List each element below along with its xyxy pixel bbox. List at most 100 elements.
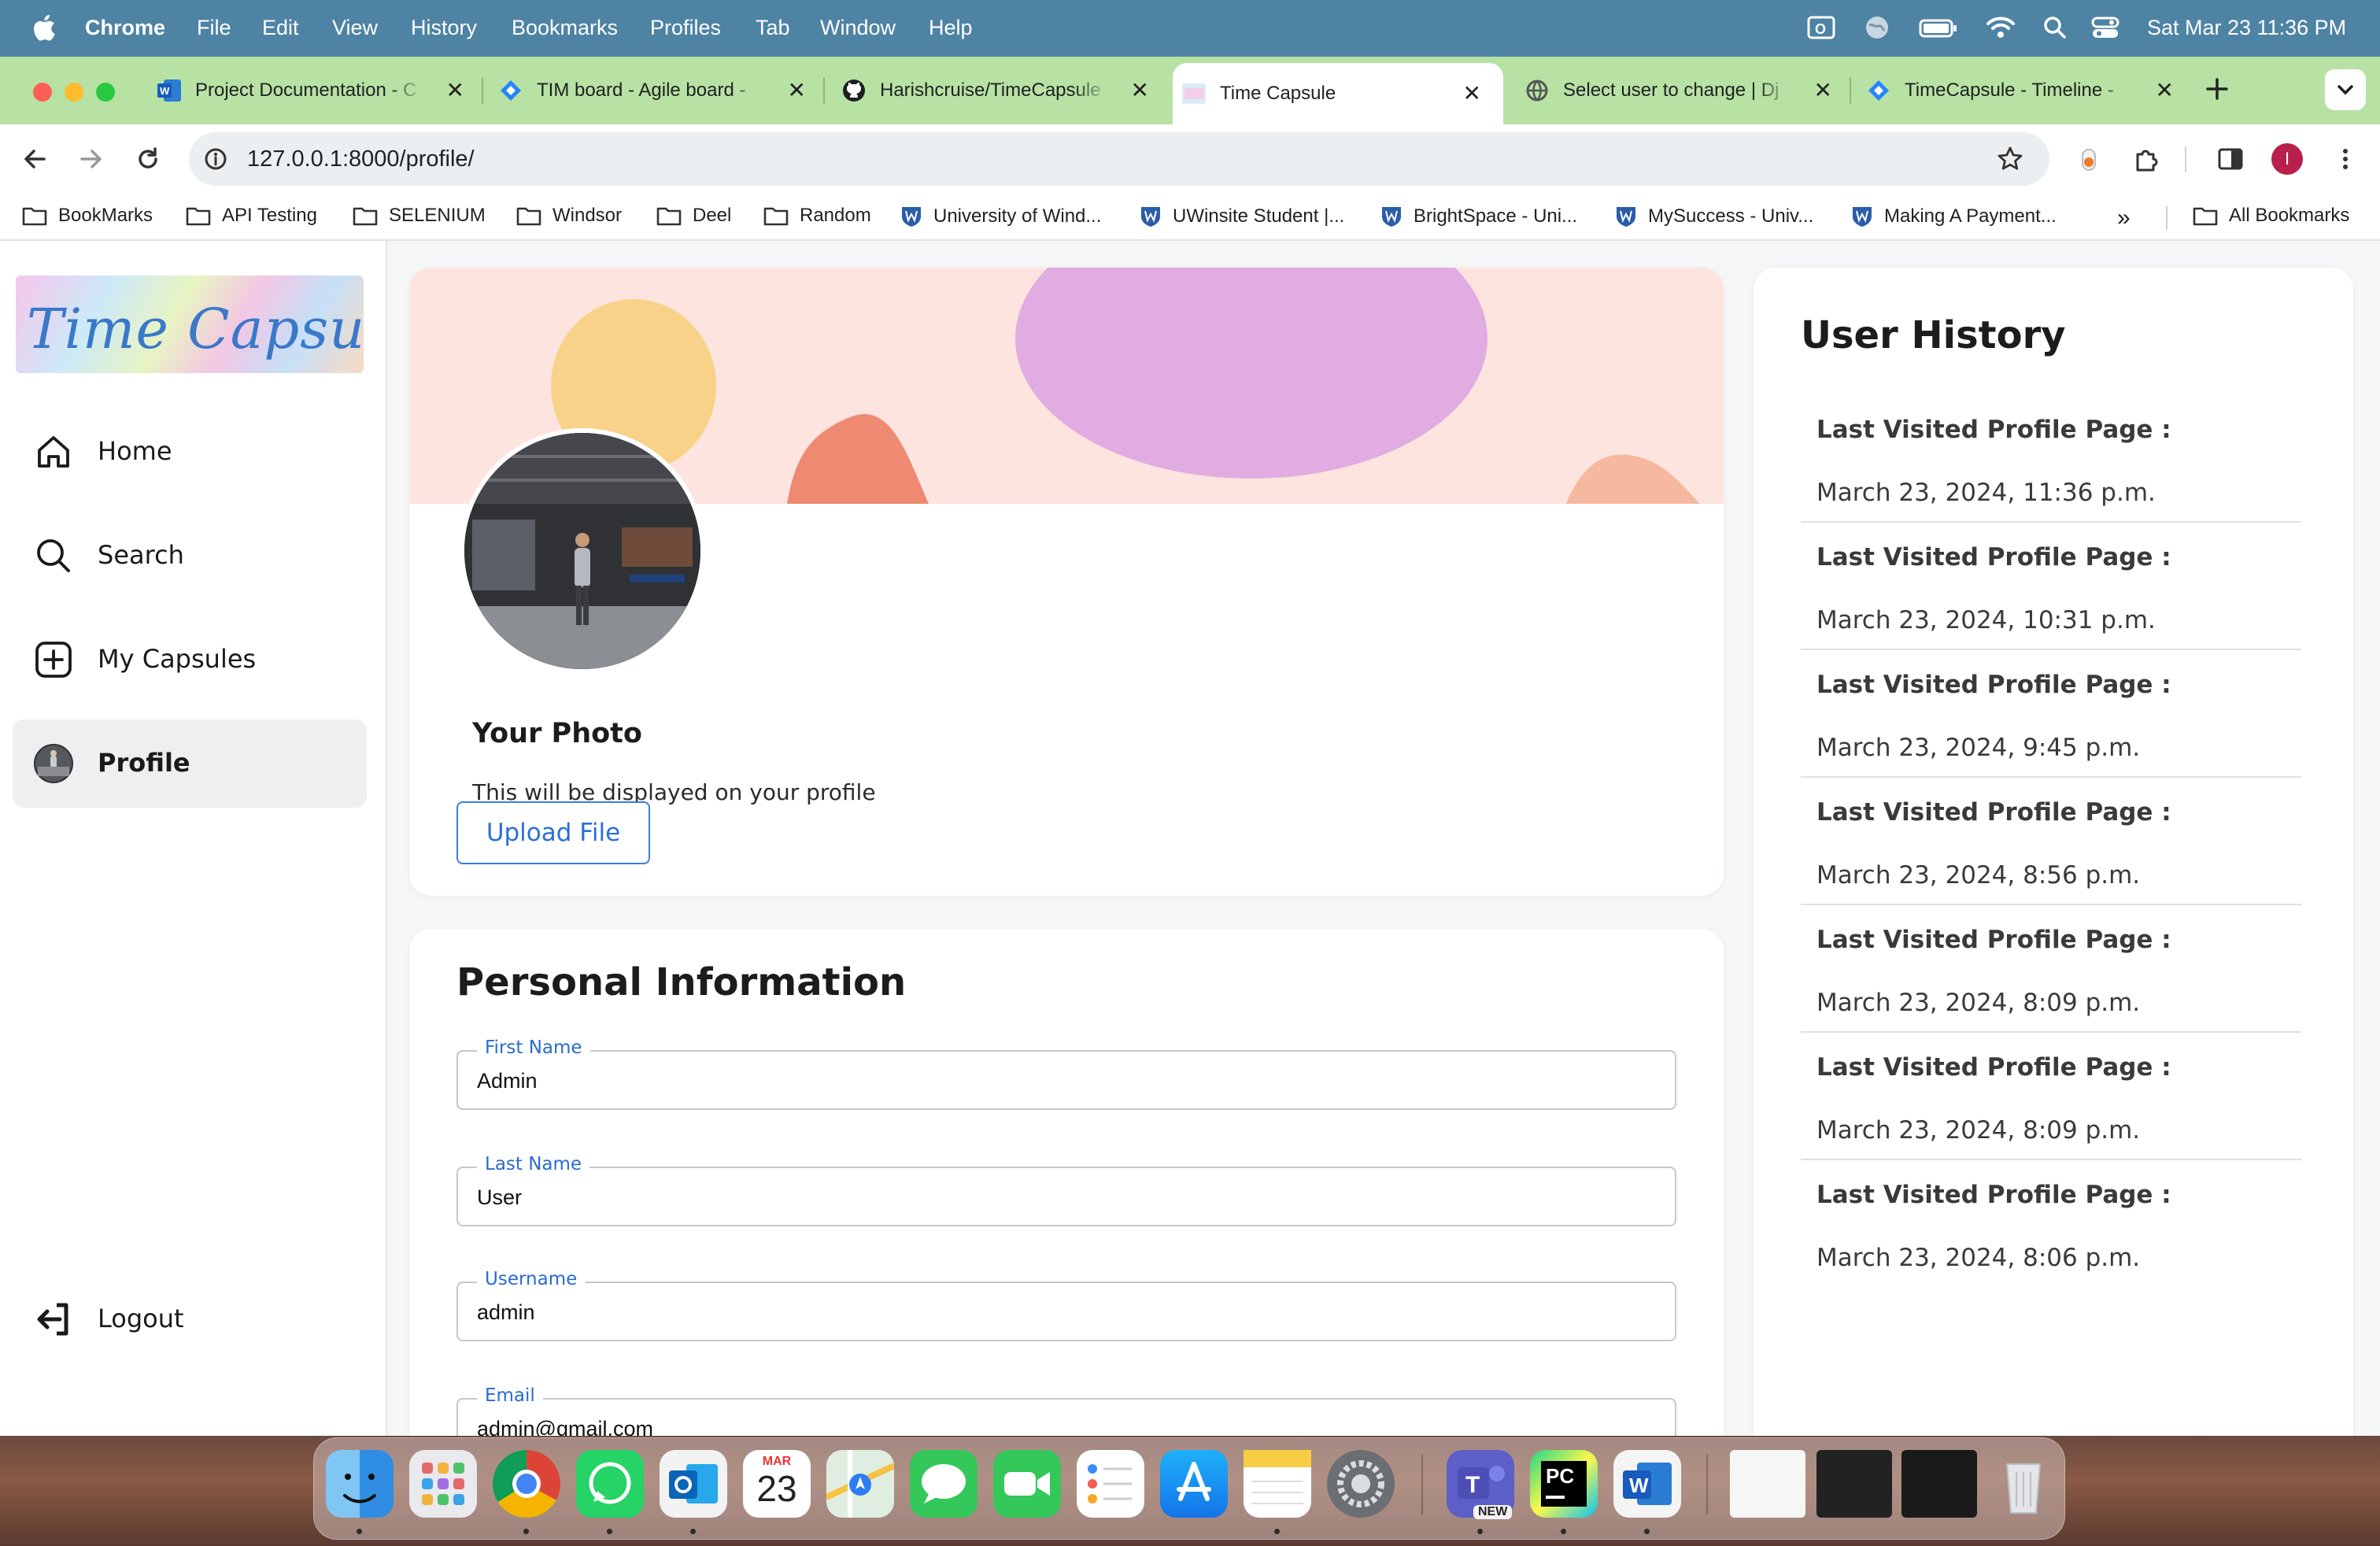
- tab-github-timecapsule[interactable]: Harishcruise/TimeCapsule ✕: [842, 66, 1149, 115]
- recent-window-thumbnail[interactable]: [1901, 1450, 1977, 1518]
- finder-icon[interactable]: [326, 1450, 394, 1518]
- menu-tab[interactable]: Tab: [756, 16, 790, 40]
- wifi-icon[interactable]: [1985, 14, 2016, 41]
- recent-window-thumbnail[interactable]: [1816, 1450, 1892, 1518]
- menu-edit[interactable]: Edit: [262, 16, 299, 40]
- menu-view[interactable]: View: [332, 16, 378, 40]
- all-bookmarks-button[interactable]: All Bookmarks: [2193, 205, 2349, 227]
- time-capsule-logo[interactable]: Time Capsule: [16, 276, 364, 373]
- sidebar-item-profile[interactable]: Profile: [13, 719, 367, 808]
- tab-tim-board[interactable]: TIM board - Agile board - ✕: [499, 66, 806, 115]
- control-center-icon[interactable]: [2090, 14, 2120, 41]
- spotlight-search-icon[interactable]: [2042, 14, 2068, 41]
- extensions-puzzle-icon[interactable]: [2131, 143, 2161, 173]
- sidebar-item-home[interactable]: Home: [13, 408, 367, 496]
- maps-icon[interactable]: [825, 1450, 896, 1518]
- extension-icon[interactable]: [2075, 145, 2103, 173]
- messages-icon[interactable]: [910, 1450, 978, 1518]
- globe-status-icon[interactable]: [1864, 14, 1890, 41]
- menubar-clock[interactable]: Sat Mar 23 11:36 PM: [2147, 16, 2346, 40]
- bookmark-label: API Testing: [222, 205, 317, 226]
- chrome-icon[interactable]: [493, 1450, 560, 1518]
- url-text[interactable]: 127.0.0.1:8000/profile/: [247, 146, 475, 172]
- kebab-menu-icon[interactable]: [2331, 145, 2360, 173]
- bookmarks-overflow-button[interactable]: »: [2117, 205, 2131, 231]
- bookmark-making-a-payment[interactable]: Making A Payment...: [1851, 205, 2057, 228]
- pycharm-icon[interactable]: PC: [1530, 1450, 1598, 1518]
- menu-bookmarks[interactable]: Bookmarks: [512, 16, 618, 40]
- bookmark-mysuccess[interactable]: MySuccess - Univ...: [1615, 205, 1813, 228]
- menu-history[interactable]: History: [411, 16, 477, 40]
- bookmark-folder-api-testing[interactable]: API Testing: [186, 205, 317, 227]
- window-zoom-button[interactable]: [96, 83, 115, 102]
- menu-file[interactable]: File: [197, 16, 231, 40]
- dock-running-indicator: [357, 1529, 362, 1534]
- recent-window-thumbnail[interactable]: [1730, 1450, 1805, 1518]
- username-field[interactable]: Username admin: [456, 1269, 1676, 1341]
- window-minimize-button[interactable]: [65, 83, 83, 102]
- close-icon[interactable]: ✕: [446, 77, 464, 103]
- system-settings-icon[interactable]: [1327, 1450, 1395, 1518]
- app-store-icon[interactable]: [1160, 1450, 1228, 1518]
- apple-icon[interactable]: [30, 13, 57, 43]
- tab-title: TimeCapsule - Timeline -: [1905, 80, 2114, 101]
- whatsapp-icon[interactable]: [576, 1450, 644, 1518]
- username-value[interactable]: admin: [477, 1300, 535, 1325]
- profile-photo[interactable]: [460, 428, 705, 674]
- menu-window[interactable]: Window: [820, 16, 896, 40]
- back-arrow-icon[interactable]: [20, 145, 49, 173]
- close-icon[interactable]: ✕: [788, 77, 806, 103]
- sidebar-item-search[interactable]: Search: [13, 512, 367, 600]
- launchpad-icon[interactable]: [409, 1450, 477, 1518]
- menu-app-chrome[interactable]: Chrome: [85, 16, 165, 40]
- close-icon[interactable]: ✕: [1463, 80, 1481, 106]
- tab-project-documentation[interactable]: W Project Documentation - C ✕: [157, 66, 464, 115]
- first-name-field[interactable]: First Name Admin: [456, 1037, 1676, 1110]
- search-icon: [37, 539, 70, 572]
- outlook-icon[interactable]: [660, 1450, 727, 1518]
- new-tab-plus-icon[interactable]: [2204, 76, 2230, 102]
- bookmark-star-icon[interactable]: [1996, 145, 2024, 173]
- forward-arrow-icon[interactable]: [77, 145, 105, 173]
- menu-help[interactable]: Help: [929, 16, 973, 40]
- bookmark-folder-bookmarks[interactable]: BookMarks: [22, 205, 153, 227]
- facetime-icon[interactable]: [993, 1450, 1061, 1518]
- bookmark-brightspace[interactable]: BrightSpace - Uni...: [1380, 205, 1577, 228]
- history-entry: Last Visited Profile Page : March 23, 202…: [1801, 905, 2301, 1033]
- outlook-status-icon[interactable]: O: [1807, 14, 1835, 41]
- tab-time-capsule-active[interactable]: Time Capsule ✕: [1173, 63, 1503, 124]
- history-entry-label: Last Visited Profile Page :: [1816, 1181, 2171, 1209]
- microsoft-word-icon[interactable]: W: [1613, 1450, 1681, 1518]
- sidebar-item-my-capsules[interactable]: My Capsules: [13, 616, 367, 704]
- microsoft-teams-icon[interactable]: T NEW: [1447, 1450, 1514, 1519]
- first-name-value[interactable]: Admin: [477, 1069, 538, 1093]
- close-icon[interactable]: ✕: [1131, 77, 1149, 103]
- tab-django-admin[interactable]: Select user to change | Dj ✕: [1525, 66, 1832, 115]
- battery-icon[interactable]: [1919, 14, 1958, 41]
- profile-avatar-button[interactable]: I: [2271, 143, 2303, 175]
- logout-icon: [37, 1303, 68, 1336]
- trash-icon[interactable]: [1990, 1450, 2057, 1518]
- tab-timecapsule-timeline[interactable]: TimeCapsule - Timeline - ✕: [1867, 66, 2174, 115]
- reminders-icon[interactable]: [1077, 1450, 1144, 1518]
- bookmark-university-of-windsor[interactable]: University of Wind...: [900, 205, 1101, 228]
- last-name-value[interactable]: User: [477, 1185, 522, 1210]
- tab-search-button[interactable]: [2325, 69, 2366, 110]
- side-panel-icon[interactable]: [2216, 145, 2245, 173]
- close-icon[interactable]: ✕: [2156, 77, 2174, 103]
- bookmark-folder-windsor[interactable]: Windsor: [516, 205, 622, 227]
- bookmark-folder-selenium[interactable]: SELENIUM: [353, 205, 486, 227]
- notes-icon[interactable]: [1244, 1450, 1311, 1518]
- last-name-field[interactable]: Last Name User: [456, 1154, 1676, 1226]
- menu-profiles[interactable]: Profiles: [650, 16, 721, 40]
- close-icon[interactable]: ✕: [1814, 77, 1832, 103]
- reload-icon[interactable]: [134, 145, 162, 173]
- calendar-icon[interactable]: MAR 23: [743, 1450, 811, 1518]
- bookmark-uwinsite-student[interactable]: UWinsite Student |...: [1140, 205, 1344, 228]
- bookmark-folder-random[interactable]: Random: [763, 205, 871, 227]
- logout-button[interactable]: Logout: [13, 1275, 367, 1363]
- upload-file-button[interactable]: Upload File: [456, 801, 650, 864]
- bookmark-folder-deel[interactable]: Deel: [656, 205, 731, 227]
- site-info-icon[interactable]: [203, 146, 228, 172]
- window-close-button[interactable]: [33, 83, 52, 102]
